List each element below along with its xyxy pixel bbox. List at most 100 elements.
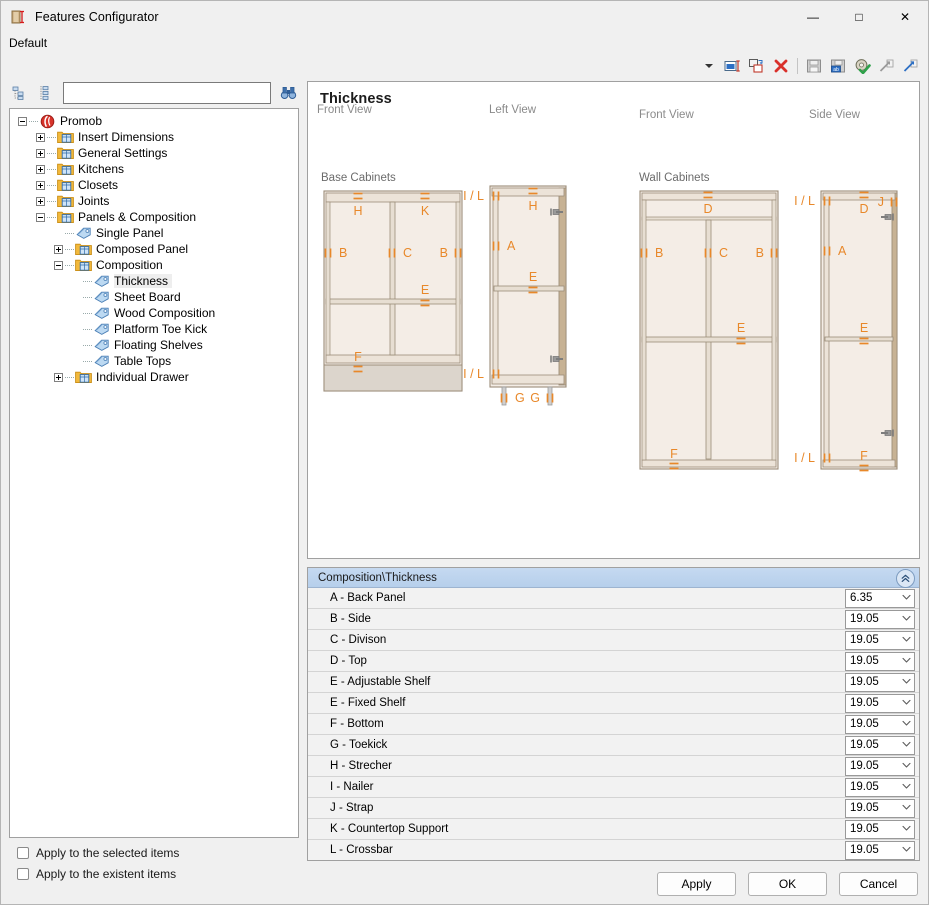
chevron-down-icon[interactable]: [902, 678, 911, 685]
minimize-button[interactable]: —: [790, 1, 836, 32]
property-label: K - Countertop Support: [330, 823, 449, 835]
duplicate-icon[interactable]: [745, 55, 769, 77]
thickness-dropdown[interactable]: 19.05: [845, 693, 915, 713]
expand-plus-icon[interactable]: [52, 243, 65, 256]
tree-item[interactable]: Thickness: [10, 273, 298, 289]
chevron-double-up-icon[interactable]: [896, 569, 915, 588]
tag-icon: [93, 274, 110, 289]
tree-item[interactable]: Table Tops: [10, 353, 298, 369]
caret-down-icon[interactable]: [701, 57, 717, 75]
thickness-dropdown[interactable]: 19.05: [845, 756, 915, 776]
expand-tree-icon[interactable]: [35, 82, 57, 104]
checkbox-row[interactable]: Apply to the selected items: [17, 846, 307, 860]
tree-connector: [47, 136, 56, 138]
thickness-dropdown[interactable]: 19.05: [845, 798, 915, 818]
tag-icon: [75, 226, 92, 241]
tree-item[interactable]: Closets: [10, 177, 298, 193]
expand-plus-icon[interactable]: [52, 371, 65, 384]
expand-plus-icon[interactable]: [34, 131, 47, 144]
thickness-dropdown[interactable]: 19.05: [845, 672, 915, 692]
tag-icon: [93, 290, 110, 305]
expand-plus-icon[interactable]: [34, 179, 47, 192]
cancel-button[interactable]: Cancel: [839, 872, 918, 896]
chevron-down-icon[interactable]: [902, 615, 911, 622]
chevron-down-icon[interactable]: [902, 741, 911, 748]
expand-plus-icon[interactable]: [34, 163, 47, 176]
import-icon[interactable]: [898, 55, 922, 77]
settings-apply-icon[interactable]: [850, 55, 874, 77]
close-button[interactable]: ✕: [882, 1, 928, 32]
tree-connector: [83, 328, 92, 330]
chevron-down-icon[interactable]: [902, 762, 911, 769]
thickness-dropdown[interactable]: 19.05: [845, 630, 915, 650]
tree-connector: [65, 232, 74, 234]
tree-item[interactable]: Floating Shelves: [10, 337, 298, 353]
tree-item[interactable]: Insert Dimensions: [10, 129, 298, 145]
thickness-dropdown[interactable]: 19.05: [845, 651, 915, 671]
apply-button[interactable]: Apply: [657, 872, 736, 896]
window-title: Features Configurator: [35, 9, 159, 24]
chevron-down-icon[interactable]: [902, 783, 911, 790]
tree-item[interactable]: Joints: [10, 193, 298, 209]
export-icon[interactable]: [874, 55, 898, 77]
tree-item[interactable]: Promob: [10, 113, 298, 129]
folder-icon: [57, 146, 74, 161]
search-input-wrapper[interactable]: [63, 82, 271, 104]
chevron-down-icon[interactable]: [902, 720, 911, 727]
tree-item[interactable]: Kitchens: [10, 161, 298, 177]
search-input[interactable]: [68, 85, 266, 101]
tree-item[interactable]: Composed Panel: [10, 241, 298, 257]
thickness-dropdown[interactable]: 19.05: [845, 819, 915, 839]
tree-item-label: Promob: [60, 114, 103, 128]
tree-connector: [47, 152, 56, 154]
maximize-button[interactable]: □: [836, 1, 882, 32]
folder-icon: [75, 258, 92, 273]
checkbox-row[interactable]: Apply to the existent items: [17, 867, 307, 881]
chevron-down-icon[interactable]: [902, 825, 911, 832]
tree-item[interactable]: Individual Drawer: [10, 369, 298, 385]
tree-item[interactable]: Panels & Composition: [10, 209, 298, 225]
expand-plus-icon[interactable]: [34, 195, 47, 208]
thickness-dropdown[interactable]: 19.05: [845, 735, 915, 755]
tree-item[interactable]: Sheet Board: [10, 289, 298, 305]
chevron-down-icon[interactable]: [902, 594, 911, 601]
delete-icon[interactable]: [769, 55, 793, 77]
properties-header: Composition\Thickness: [308, 568, 919, 588]
checkbox[interactable]: [17, 868, 29, 880]
thickness-dropdown[interactable]: 19.05: [845, 714, 915, 734]
rename-icon[interactable]: [721, 55, 745, 77]
collapse-minus-icon[interactable]: [52, 259, 65, 272]
collapse-minus-icon[interactable]: [34, 211, 47, 224]
binoculars-icon[interactable]: [277, 82, 299, 104]
ok-button[interactable]: OK: [748, 872, 827, 896]
tree-item-label: Closets: [78, 178, 119, 192]
tree-item[interactable]: Composition: [10, 257, 298, 273]
chevron-down-icon[interactable]: [902, 636, 911, 643]
property-row: I - Nailer 19.05: [308, 777, 919, 798]
profile-label[interactable]: Default: [9, 36, 47, 50]
thickness-dropdown[interactable]: 19.05: [845, 840, 915, 860]
chevron-down-icon[interactable]: [902, 699, 911, 706]
thickness-dropdown[interactable]: 6.35: [845, 588, 915, 608]
collapse-minus-icon[interactable]: [16, 115, 29, 128]
tree-item[interactable]: Platform Toe Kick: [10, 321, 298, 337]
thickness-dropdown[interactable]: 19.05: [845, 609, 915, 629]
save-as-icon[interactable]: ab: [826, 55, 850, 77]
collapse-tree-icon[interactable]: [9, 82, 31, 104]
thickness-dropdown[interactable]: 19.05: [845, 777, 915, 797]
checkbox[interactable]: [17, 847, 29, 859]
tree-item[interactable]: Single Panel: [10, 225, 298, 241]
tree-item[interactable]: Wood Composition: [10, 305, 298, 321]
folder-icon: [75, 242, 92, 257]
save-icon[interactable]: [802, 55, 826, 77]
tree-item[interactable]: General Settings: [10, 145, 298, 161]
feature-tree[interactable]: Promob Insert Dimensions General Settings K…: [9, 108, 299, 838]
expand-plus-icon[interactable]: [34, 147, 47, 160]
chevron-down-icon[interactable]: [902, 804, 911, 811]
chevron-down-icon[interactable]: [902, 657, 911, 664]
tree-connector: [65, 264, 74, 266]
svg-text:F: F: [860, 449, 868, 463]
chevron-down-icon[interactable]: [902, 846, 911, 853]
checkbox-label: Apply to the existent items: [36, 867, 177, 881]
property-row: J - Strap 19.05: [308, 798, 919, 819]
